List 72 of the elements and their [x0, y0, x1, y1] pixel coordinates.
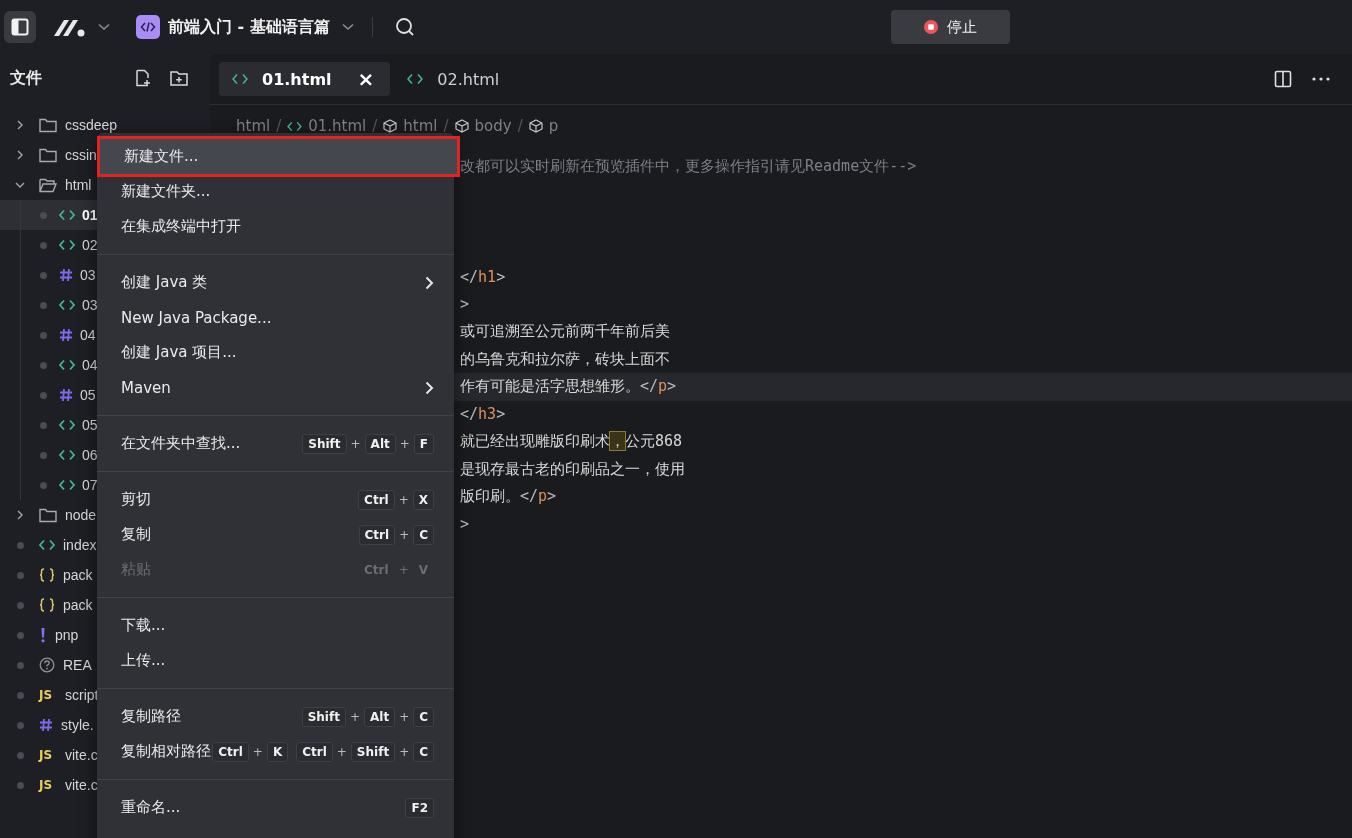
code-line: 或可追溯至公元前两千年前后美	[460, 322, 670, 342]
file-name: script	[65, 687, 99, 703]
plus-sign: +	[399, 709, 410, 724]
file-name: REA	[63, 657, 92, 673]
file-name: 06	[82, 447, 98, 463]
plus-sign: +	[336, 744, 347, 759]
tab-label: 01.html	[262, 69, 332, 89]
key-cap: K	[266, 741, 289, 762]
code-line: 作有可能是活字思想雏形。</p>	[460, 377, 677, 397]
js-label: JS	[39, 778, 54, 792]
js-label: JS	[39, 688, 54, 702]
file-name: index	[63, 537, 97, 553]
file-name: pack	[63, 597, 93, 613]
key-cap: Shift	[301, 706, 346, 727]
breadcrumb-separator: /	[276, 117, 282, 135]
key-cap: F2	[405, 797, 434, 818]
key-cap: Ctrl	[363, 561, 390, 579]
key-cap: V	[417, 561, 429, 579]
code-line: 就已经出现雕版印刷术，公元868	[460, 432, 683, 452]
plus-sign: +	[399, 744, 410, 759]
file-name: 05	[80, 387, 96, 403]
file-name: 05	[82, 417, 98, 433]
key-cap: Shift	[302, 433, 347, 454]
code-line: >	[460, 515, 470, 534]
code-line: 的乌鲁克和拉尔萨，砖块上面不	[460, 349, 670, 369]
key-cap: Shift	[350, 741, 396, 762]
key-cap: C	[413, 706, 434, 727]
code-line: >	[460, 295, 470, 314]
file-name: pnp	[55, 627, 79, 643]
key-cap: Alt	[364, 433, 396, 454]
code-line: 是现存最古老的印刷品之一，使用	[460, 459, 685, 479]
plus-sign: +	[349, 709, 360, 724]
key-cap: C	[413, 524, 434, 545]
plus-sign: +	[399, 436, 410, 451]
file-name: node	[65, 507, 97, 523]
code-line: </h3>	[460, 405, 506, 424]
breadcrumb-separator: /	[517, 117, 523, 135]
code-line: 版印刷。</p>	[460, 487, 557, 507]
breadcrumb-separator: /	[443, 117, 449, 135]
file-name: style.	[61, 717, 94, 733]
file-name: html	[65, 177, 92, 193]
plus-sign: +	[398, 492, 409, 507]
file-name: vite.c	[65, 777, 98, 793]
file-name: 07	[82, 477, 98, 493]
key-cap: Ctrl	[212, 741, 249, 762]
file-name: 01	[82, 207, 98, 223]
file-name: pack	[63, 567, 93, 583]
file-name: cssdeep	[65, 117, 118, 133]
plus-sign: +	[399, 527, 410, 542]
file-name: 03	[82, 297, 98, 313]
code-line: 改都可以实时刷新在预览插件中，更多操作指引请见Readme文件-->	[460, 157, 917, 177]
file-name: 03	[80, 267, 96, 283]
plus-sign: +	[398, 562, 409, 577]
sidebar-title: 文件	[10, 67, 42, 89]
key-cap: X	[412, 489, 434, 510]
key-cap: Ctrl	[296, 741, 333, 762]
key-cap: Alt	[364, 706, 396, 727]
plus-sign: +	[350, 436, 361, 451]
key-cap: Ctrl	[358, 489, 395, 510]
breadcrumb-separator: /	[372, 117, 378, 135]
file-name: 04	[82, 357, 98, 373]
file-name: cssin	[65, 147, 97, 163]
js-label: JS	[39, 748, 54, 762]
plus-sign: +	[252, 744, 263, 759]
file-name: 02	[82, 237, 98, 253]
tab-label: 02.html	[437, 69, 500, 89]
key-cap: Ctrl	[358, 524, 396, 545]
key-cap: F	[413, 433, 434, 454]
code-line: </h1>	[460, 267, 506, 286]
file-name: 04	[80, 327, 96, 343]
key-cap: C	[413, 741, 434, 762]
file-name: vite.c	[65, 747, 98, 763]
